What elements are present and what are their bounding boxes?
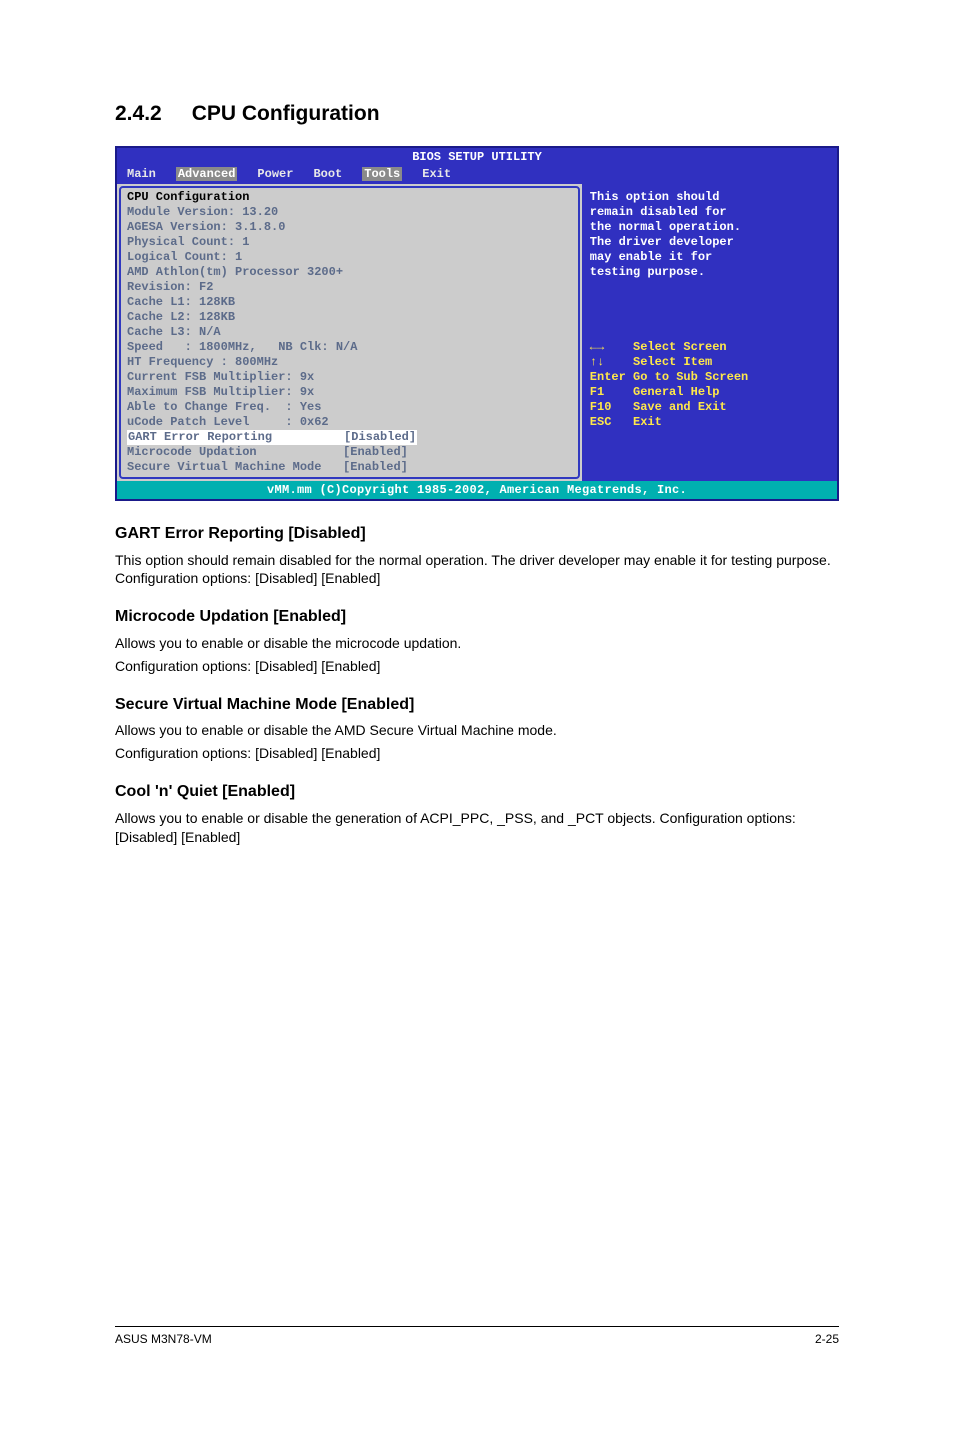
key-enter-text: Go to Sub Screen: [633, 370, 748, 384]
page-footer: ASUS M3N78-VM 2-25: [115, 1326, 839, 1347]
line-able: Able to Change Freq. : Yes: [127, 400, 321, 414]
para-svm-b: Configuration options: [Disabled] [Enabl…: [115, 744, 839, 763]
line-speed: Speed : 1800MHz, NB Clk: N/A: [127, 340, 357, 354]
menu-boot: Boot: [313, 167, 342, 181]
key-lr: ←→: [590, 340, 604, 354]
heading-coolnquiet: Cool 'n' Quiet [Enabled]: [115, 781, 839, 803]
gart-label: GART Error Reporting: [128, 430, 272, 444]
menu-main: Main: [127, 167, 156, 181]
heading-microcode: Microcode Updation [Enabled]: [115, 606, 839, 628]
menu-advanced: Advanced: [176, 167, 238, 181]
svm-value: [Enabled]: [343, 460, 408, 474]
para-gart: This option should remain disabled for t…: [115, 551, 839, 589]
footer-right: 2-25: [815, 1331, 839, 1347]
bios-right-pane: This option should remain disabled for t…: [582, 184, 837, 481]
line-ht: HT Frequency : 800MHz: [127, 355, 278, 369]
menu-tools: Tools: [362, 167, 402, 181]
micro-label: Microcode Updation: [127, 445, 257, 459]
para-coolnquiet: Allows you to enable or disable the gene…: [115, 809, 839, 847]
line-rev: Revision: F2: [127, 280, 213, 294]
section-number: 2.4.2: [115, 100, 162, 128]
key-ud: ↑↓: [590, 355, 604, 369]
help-line-4: The driver developer: [590, 235, 734, 249]
line-module: Module Version: 13.20: [127, 205, 278, 219]
bios-left-pane: CPU Configuration Module Version: 13.20 …: [119, 186, 580, 479]
line-logical: Logical Count: 1: [127, 250, 242, 264]
help-line-6: testing purpose.: [590, 265, 705, 279]
help-line-1: This option should: [590, 190, 720, 204]
key-f10: F10: [590, 400, 612, 414]
key-enter: Enter: [590, 370, 626, 384]
line-physical: Physical Count: 1: [127, 235, 249, 249]
menu-power: Power: [257, 167, 293, 181]
section-title: CPU Configuration: [192, 102, 380, 125]
footer-left: ASUS M3N78-VM: [115, 1331, 212, 1347]
svm-label: Secure Virtual Machine Mode: [127, 460, 321, 474]
micro-value: [Enabled]: [343, 445, 408, 459]
line-cur: Current FSB Multiplier: 9x: [127, 370, 314, 384]
help-line-3: the normal operation.: [590, 220, 741, 234]
bios-body: CPU Configuration Module Version: 13.20 …: [117, 184, 837, 481]
line-max: Maximum FSB Multiplier: 9x: [127, 385, 314, 399]
heading-svm: Secure Virtual Machine Mode [Enabled]: [115, 694, 839, 716]
key-esc-text: Exit: [633, 415, 662, 429]
line-ucode: uCode Patch Level : 0x62: [127, 415, 329, 429]
bios-header: BIOS SETUP UTILITY Main Advanced Power Boot…: [117, 148, 837, 183]
menu-exit: Exit: [422, 167, 451, 181]
para-svm-a: Allows you to enable or disable the AMD …: [115, 721, 839, 740]
key-lr-text: Select Screen: [633, 340, 727, 354]
cfg-header: CPU Configuration: [127, 190, 249, 204]
line-proc: AMD Athlon(tm) Processor 3200+: [127, 265, 343, 279]
bios-title: BIOS SETUP UTILITY: [121, 149, 833, 165]
gart-value: [Disabled]: [344, 430, 416, 444]
help-line-5: may enable it for: [590, 250, 712, 264]
help-line-2: remain disabled for: [590, 205, 727, 219]
line-l3: Cache L3: N/A: [127, 325, 221, 339]
para-microcode-a: Allows you to enable or disable the micr…: [115, 634, 839, 653]
line-agesa: AGESA Version: 3.1.8.0: [127, 220, 285, 234]
heading-gart: GART Error Reporting [Disabled]: [115, 523, 839, 545]
bios-footer: vMM.mm (C)Copyright 1985-2002, American …: [117, 481, 837, 499]
key-f1: F1: [590, 385, 604, 399]
section-heading: 2.4.2 CPU Configuration: [115, 100, 839, 128]
line-l1: Cache L1: 128KB: [127, 295, 235, 309]
bios-screenshot: BIOS SETUP UTILITY Main Advanced Power Boot…: [115, 146, 839, 501]
key-f1-text: General Help: [633, 385, 719, 399]
gart-option: GART Error Reporting [Disabled]: [127, 430, 417, 445]
key-f10-text: Save and Exit: [633, 400, 727, 414]
key-ud-text: Select Item: [633, 355, 712, 369]
line-l2: Cache L2: 128KB: [127, 310, 235, 324]
para-microcode-b: Configuration options: [Disabled] [Enabl…: [115, 657, 839, 676]
key-esc: ESC: [590, 415, 612, 429]
bios-menu-bar: Main Advanced Power Boot Tools Exit: [121, 166, 833, 182]
